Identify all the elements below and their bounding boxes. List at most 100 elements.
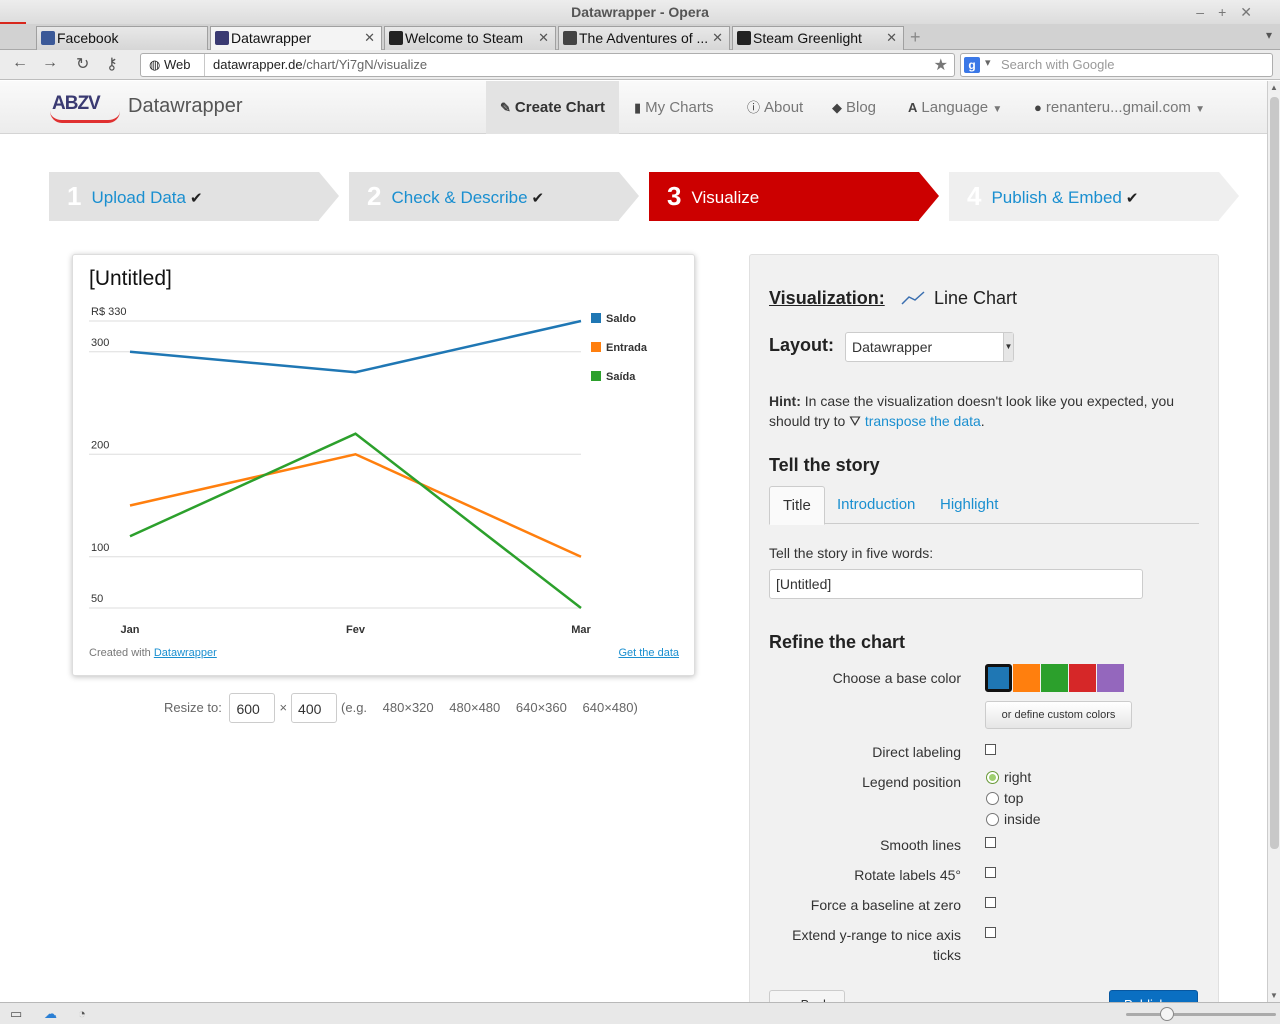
- tab-introduction[interactable]: Introduction: [824, 486, 928, 524]
- search-input[interactable]: Search with Google: [1001, 54, 1114, 76]
- address-bar[interactable]: ◍ Web datawrapper.de/chart/Yi7gN/visuali…: [140, 53, 955, 77]
- legend-swatch: [591, 371, 601, 381]
- cloud-icon[interactable]: ☁: [44, 1006, 57, 1022]
- step-publish-embed[interactable]: 4 Publish & Embed ✔: [949, 172, 1239, 221]
- abzv-logo[interactable]: ABZV: [50, 93, 120, 123]
- panel-toggle-icon[interactable]: ▭: [10, 1006, 22, 1022]
- forward-icon[interactable]: →: [42, 54, 58, 72]
- eg-text: (e.g.: [341, 700, 368, 715]
- search-box[interactable]: g ▾ Search with Google: [960, 53, 1273, 77]
- height-input[interactable]: 400: [291, 693, 338, 723]
- zoom-slider-knob[interactable]: [1160, 1007, 1174, 1021]
- force-baseline-checkbox[interactable]: [985, 897, 996, 908]
- title-input[interactable]: [Untitled]: [769, 569, 1143, 599]
- color-swatch-orange[interactable]: [1013, 664, 1040, 692]
- chevron-down-icon[interactable]: ▾: [985, 56, 991, 69]
- site-header: ABZV Datawrapper ✎ Create Chart ▮ My Chart…: [0, 81, 1267, 134]
- back-button[interactable]: ← Back: [769, 990, 845, 1002]
- tab-label: Facebook: [57, 30, 119, 46]
- custom-colors-button[interactable]: or define custom colors: [985, 701, 1132, 729]
- close-icon[interactable]: ✕: [364, 27, 375, 49]
- step-visualize[interactable]: 3 Visualize: [649, 172, 939, 221]
- chevron-down-icon[interactable]: ▾: [1266, 28, 1272, 42]
- legend-right-label[interactable]: right: [1004, 769, 1031, 785]
- menu-create-chart[interactable]: ✎ Create Chart: [486, 81, 619, 134]
- legend-right-radio[interactable]: [986, 771, 999, 784]
- close-icon[interactable]: ✕: [712, 27, 723, 49]
- tab-adventures[interactable]: The Adventures of ... ✕: [558, 26, 730, 50]
- menu-language[interactable]: A Language ▼: [908, 81, 1002, 134]
- direct-labeling-checkbox[interactable]: [985, 744, 996, 755]
- extend-yrange-checkbox[interactable]: [985, 927, 996, 938]
- color-swatch-blue[interactable]: [985, 664, 1012, 692]
- publish-button[interactable]: Publish →: [1109, 990, 1199, 1002]
- step-label: Upload Data: [91, 188, 186, 207]
- speed-dial-icon[interactable]: ◔: [78, 1006, 86, 1021]
- zoom-slider[interactable]: [1126, 1007, 1276, 1021]
- menu-about[interactable]: ⓘ About: [747, 81, 803, 134]
- layout-select[interactable]: Datawrapper ▼: [845, 332, 1014, 362]
- back-icon[interactable]: ←: [12, 54, 28, 72]
- brand-name[interactable]: Datawrapper: [128, 95, 243, 118]
- check-icon: ✔: [189, 190, 203, 207]
- extend-yrange-label: Extend y-range to nice axis: [792, 927, 961, 943]
- close-icon[interactable]: ✕: [886, 27, 897, 49]
- visualization-value[interactable]: Line Chart: [934, 288, 1017, 309]
- legend-label: Entrada: [606, 342, 648, 354]
- tab-welcome-steam[interactable]: Welcome to Steam ✕: [384, 26, 556, 50]
- chevron-down-icon: ▼: [1003, 333, 1013, 361]
- vertical-scrollbar[interactable]: ▲ ▼: [1267, 81, 1280, 1002]
- legend-inside-radio[interactable]: [986, 813, 999, 826]
- window-controls[interactable]: –+✕: [1196, 0, 1266, 24]
- legend-inside-label[interactable]: inside: [1004, 811, 1041, 827]
- transpose-link[interactable]: transpose the data: [865, 413, 981, 429]
- layout-value: Datawrapper: [852, 339, 933, 355]
- color-swatch-purple[interactable]: [1097, 664, 1124, 692]
- web-badge[interactable]: ◍ Web: [141, 54, 205, 76]
- scroll-down-icon[interactable]: ▼: [1270, 991, 1278, 1000]
- scroll-up-icon[interactable]: ▲: [1270, 83, 1278, 92]
- scrollbar-thumb[interactable]: [1270, 97, 1279, 849]
- google-icon[interactable]: g: [964, 57, 980, 73]
- preset-480x320[interactable]: 480×320: [383, 700, 434, 715]
- menu-user[interactable]: ● renanteru...gmail.com ▼: [1034, 81, 1205, 134]
- datawrapper-link[interactable]: Datawrapper: [154, 647, 217, 659]
- caret-down-icon: ▼: [992, 104, 1003, 115]
- legend-swatch: [591, 342, 601, 352]
- menu-my-charts[interactable]: ▮ My Charts: [634, 81, 714, 134]
- menu-label: About: [764, 99, 804, 116]
- visualization-label[interactable]: Visualization:: [769, 288, 885, 309]
- reload-icon[interactable]: ↻: [76, 54, 89, 74]
- tab-steam-greenlight[interactable]: Steam Greenlight ✕: [732, 26, 904, 50]
- star-icon[interactable]: ★: [934, 55, 948, 75]
- tab-datawrapper[interactable]: Datawrapper ✕: [210, 26, 382, 51]
- url-text[interactable]: datawrapper.de/chart/Yi7gN/visualize: [213, 54, 427, 76]
- preset-480x480[interactable]: 480×480: [449, 700, 500, 715]
- preset-640x360[interactable]: 640×360: [516, 700, 567, 715]
- get-data-link[interactable]: Get the data: [618, 647, 679, 659]
- base-color-label: Choose a base color: [832, 670, 961, 686]
- url-host: datawrapper.de: [213, 57, 303, 72]
- new-tab-icon[interactable]: +: [910, 27, 921, 48]
- tab-title[interactable]: Title: [769, 486, 825, 525]
- color-swatch-red[interactable]: [1069, 664, 1096, 692]
- width-input[interactable]: 600: [229, 693, 276, 723]
- tab-facebook[interactable]: Facebook: [36, 26, 208, 50]
- smooth-lines-checkbox[interactable]: [985, 837, 996, 848]
- close-icon[interactable]: ✕: [538, 27, 549, 49]
- color-swatch-green[interactable]: [1041, 664, 1068, 692]
- legend-top-label[interactable]: top: [1004, 790, 1023, 806]
- rotate-labels-checkbox[interactable]: [985, 867, 996, 878]
- preset-640x480[interactable]: 640×480): [583, 700, 638, 715]
- legend-label: Saída: [606, 371, 636, 383]
- legend-top-radio[interactable]: [986, 792, 999, 805]
- menu-blog[interactable]: ◆ Blog: [832, 81, 876, 134]
- font-icon: A: [908, 100, 918, 115]
- key-icon[interactable]: ⚷: [106, 54, 118, 74]
- step-arrow: [1219, 172, 1239, 220]
- step-check-describe[interactable]: 2 Check & Describe ✔: [349, 172, 639, 221]
- tab-highlight[interactable]: Highlight: [927, 486, 1011, 524]
- info-icon: ⓘ: [747, 100, 761, 115]
- smooth-lines-label: Smooth lines: [880, 837, 961, 853]
- step-upload-data[interactable]: 1 Upload Data ✔: [49, 172, 339, 221]
